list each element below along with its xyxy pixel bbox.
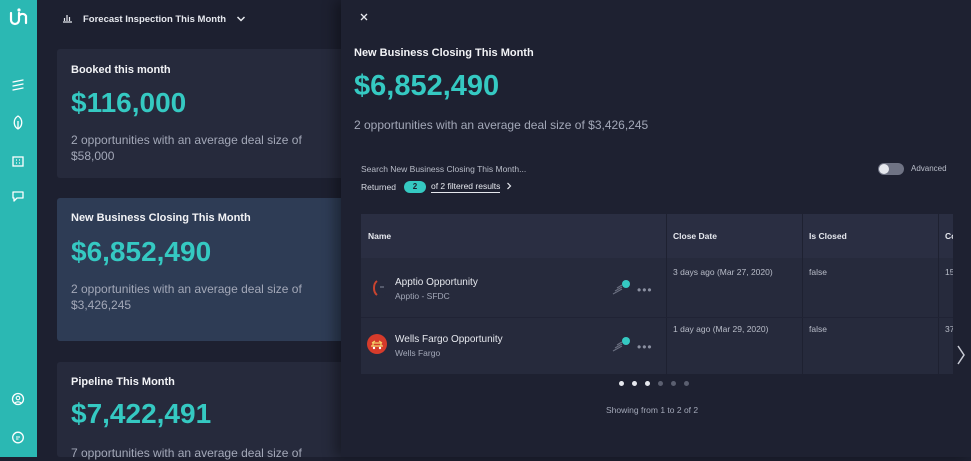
close-icon[interactable] <box>357 10 371 24</box>
nav-rail <box>0 0 37 457</box>
page-dot[interactable] <box>671 381 676 386</box>
more-actions-button[interactable]: ••• <box>637 340 653 354</box>
panel-value: $6,852,490 <box>354 70 500 102</box>
is-closed-cell: false <box>809 324 827 334</box>
close-date-cell: 1 day ago (Mar 29, 2020) <box>673 324 769 334</box>
metric-card-booked[interactable]: Booked this month $116,000 2 opportuniti… <box>57 49 357 178</box>
card-subtitle: 2 opportunities with an average deal siz… <box>71 133 302 163</box>
toggle-knob <box>879 164 889 174</box>
opportunities-table: Name Close Date Is Closed Co Apptio Oppo… <box>361 214 953 374</box>
logo-icon[interactable] <box>8 8 28 28</box>
detail-panel: New Business Closing This Month $6,852,4… <box>341 0 971 457</box>
advanced-toggle[interactable] <box>878 163 904 175</box>
opportunity-name[interactable]: Apptio Opportunity <box>395 277 478 288</box>
user-circle-icon[interactable] <box>8 389 28 409</box>
building-icon[interactable] <box>8 151 28 171</box>
column-header-close-date[interactable]: Close Date <box>673 231 717 241</box>
page-dot[interactable] <box>619 381 624 386</box>
page-dot[interactable] <box>658 381 663 386</box>
card-title: Pipeline This Month <box>71 376 175 388</box>
showing-range: Showing from 1 to 2 of 2 <box>606 405 699 415</box>
column-divider <box>666 214 667 374</box>
leaf-icon[interactable] <box>8 113 28 133</box>
close-date-cell: 3 days ago (Mar 27, 2020) <box>673 267 773 277</box>
card-value: $6,852,490 <box>71 236 212 267</box>
column-header-name[interactable]: Name <box>368 231 391 241</box>
page-dot[interactable] <box>645 381 650 386</box>
list-icon[interactable] <box>8 75 28 95</box>
column-divider <box>802 214 803 374</box>
card-title: New Business Closing This Month <box>71 212 251 224</box>
opportunity-account: Apptio - SFDC <box>395 291 450 301</box>
metric-card-new-business[interactable]: New Business Closing This Month $6,852,4… <box>57 198 357 341</box>
extra-cell: 15 <box>945 267 953 277</box>
column-header-co[interactable]: Co <box>945 231 953 241</box>
pagination-dots[interactable] <box>619 381 689 386</box>
card-value: $7,422,491 <box>71 398 212 429</box>
wells-fargo-logo <box>367 334 387 354</box>
card-value: $116,000 <box>71 87 187 118</box>
table-header <box>361 214 953 258</box>
filtered-results-link[interactable]: of 2 filtered results <box>430 181 501 193</box>
extra-cell: 37 <box>945 324 953 334</box>
apptio-logo <box>367 278 387 298</box>
panel-subtitle: 2 opportunities with an average deal siz… <box>354 118 649 132</box>
opportunity-account: Wells Fargo <box>395 348 441 358</box>
scroll-right-chevron-icon[interactable] <box>956 343 966 367</box>
activity-icon[interactable] <box>612 278 632 301</box>
panel-title: New Business Closing This Month <box>354 47 534 59</box>
page-dot[interactable] <box>684 381 689 386</box>
page-dot[interactable] <box>632 381 637 386</box>
chevron-down-icon[interactable] <box>236 10 246 28</box>
chat-bubble-icon[interactable] <box>8 186 28 206</box>
dashboard-header: Forecast Inspection This Month <box>62 10 246 28</box>
results-summary: Returned 2 of 2 filtered results <box>361 181 512 193</box>
dashboard-title[interactable]: Forecast Inspection This Month <box>83 14 226 25</box>
column-divider <box>938 214 939 374</box>
more-actions-button[interactable]: ••• <box>637 283 653 297</box>
returned-label: Returned <box>361 182 396 192</box>
card-title: Booked this month <box>71 64 171 76</box>
metric-card-pipeline[interactable]: Pipeline This Month $7,422,491 7 opportu… <box>57 362 357 460</box>
advanced-label: Advanced <box>911 164 947 173</box>
help-bubble-icon[interactable] <box>8 428 28 448</box>
opportunity-name[interactable]: Wells Fargo Opportunity <box>395 334 503 345</box>
card-subtitle: 7 opportunities with an average deal siz… <box>71 446 302 460</box>
row-divider <box>361 317 953 318</box>
chevron-right-icon[interactable] <box>506 182 512 192</box>
returned-count-badge: 2 <box>403 181 426 193</box>
activity-icon[interactable] <box>612 335 632 358</box>
column-header-is-closed[interactable]: Is Closed <box>809 231 847 241</box>
card-subtitle: 2 opportunities with an average deal siz… <box>71 282 302 312</box>
search-input[interactable]: Search New Business Closing This Month..… <box>361 164 526 174</box>
is-closed-cell: false <box>809 267 827 277</box>
bar-chart-icon <box>62 10 73 28</box>
